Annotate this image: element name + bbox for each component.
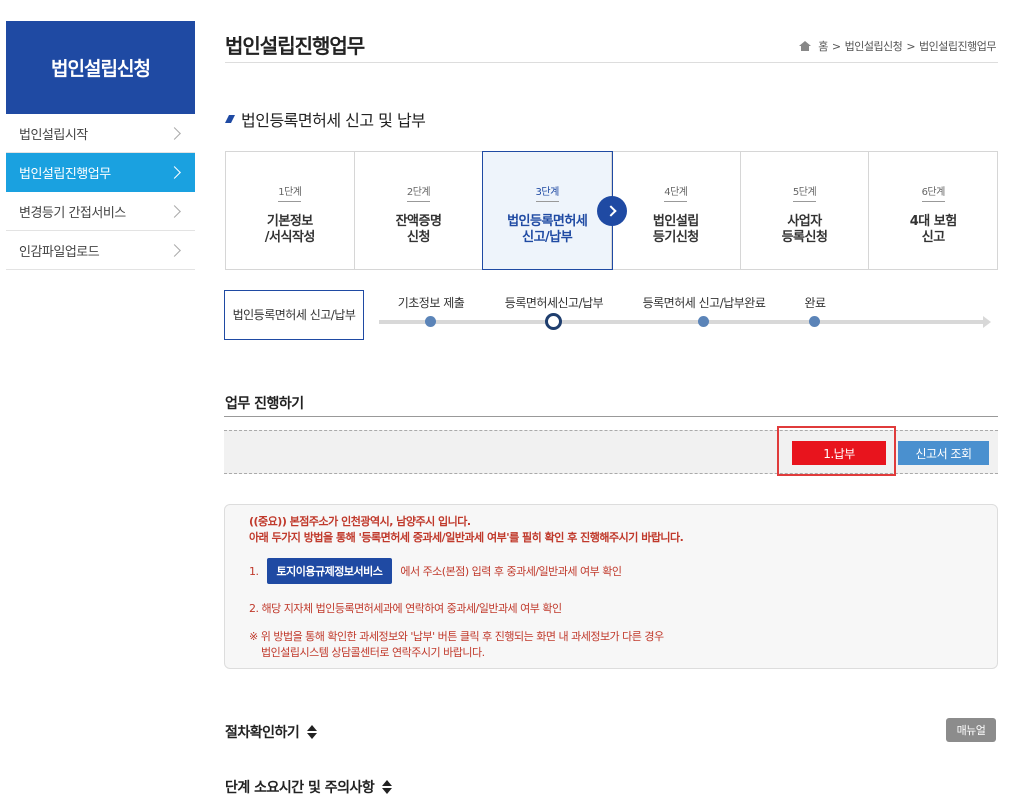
header-divider bbox=[225, 62, 998, 63]
sidebar-item-start[interactable]: 법인설립시작 bbox=[6, 114, 195, 153]
step-3[interactable]: 3단계 법인등록면허세 신고/납부 bbox=[482, 151, 628, 270]
next-step-arrow-icon bbox=[597, 196, 628, 226]
step-4[interactable]: 4단계 법인설립 등기신청 bbox=[612, 152, 741, 269]
chevron-right-icon bbox=[168, 126, 181, 140]
step-number: 6단계 bbox=[921, 183, 945, 202]
notice-line-1: ((중요)) 본점주소가 인천광역시, 남양주시 입니다. bbox=[249, 515, 471, 528]
task-title: 업무 진행하기 bbox=[225, 396, 304, 412]
land-use-service-button[interactable]: 토지이용규제정보서비스 bbox=[266, 558, 393, 584]
step-number: 5단계 bbox=[792, 183, 817, 202]
step-indicator: 1단계 기본정보 /서식작성 2단계 잔액증명 신청 3단계 법인등록면허세 신… bbox=[225, 151, 998, 270]
progress-dot bbox=[698, 316, 709, 327]
time-caution-title: 단계 소요시간 및 주의사항 bbox=[225, 780, 375, 796]
breadcrumb-item[interactable]: 법인설립신청 bbox=[845, 38, 903, 54]
sidebar-item-label: 변경등기 간접서비스 bbox=[19, 205, 126, 221]
sidebar-item-change-registration[interactable]: 변경등기 간접서비스 bbox=[6, 192, 195, 231]
step-label: 기본정보 /서식작성 bbox=[264, 214, 316, 245]
chevron-right-icon bbox=[168, 243, 181, 257]
progress-label-done: 완료 bbox=[804, 296, 826, 310]
progress-label-current: 등록면허세신고/납부 bbox=[504, 296, 604, 310]
notice-item-1: 1. 토지이용규제정보서비스 에서 주소(본점) 입력 후 중과세/일반과세 여… bbox=[249, 558, 622, 584]
breadcrumb-home[interactable]: 홈 bbox=[818, 38, 828, 54]
step-1[interactable]: 1단계 기본정보 /서식작성 bbox=[226, 152, 355, 269]
progress-label-submit: 기초정보 제출 bbox=[397, 296, 465, 310]
notice-item-2: 2. 해당 지자체 법인등록면허세과에 연락하여 중과세/일반과세 여부 확인 bbox=[249, 602, 562, 615]
notice-item-number: 1. bbox=[249, 564, 259, 578]
task-divider bbox=[224, 416, 998, 417]
progress-dot-current bbox=[545, 313, 562, 330]
step-number: 2단계 bbox=[406, 183, 431, 202]
step-5[interactable]: 5단계 사업자 등록신청 bbox=[741, 152, 870, 269]
notice-item-text: 에서 주소(본점) 입력 후 중과세/일반과세 여부 확인 bbox=[400, 565, 622, 578]
breadcrumb-separator: > bbox=[831, 39, 841, 53]
section-title-text: 법인등록면허세 신고 및 납부 bbox=[241, 111, 426, 130]
time-caution-toggle[interactable]: 단계 소요시간 및 주의사항 bbox=[225, 777, 393, 797]
step-number: 4단계 bbox=[664, 183, 688, 202]
sidebar-title: 법인설립신청 bbox=[6, 21, 195, 114]
procedure-title: 절차확인하기 bbox=[225, 725, 300, 741]
step-2[interactable]: 2단계 잔액증명 신청 bbox=[355, 152, 484, 269]
chevron-right-icon bbox=[168, 204, 181, 218]
view-report-button[interactable]: 신고서 조회 bbox=[898, 441, 989, 465]
step-label: 4대 보험 신고 bbox=[909, 214, 957, 245]
step-label: 사업자 등록신청 bbox=[781, 214, 828, 245]
step-number: 3단계 bbox=[535, 183, 559, 202]
sidebar-item-seal-upload[interactable]: 인감파일업로드 bbox=[6, 231, 195, 270]
manual-button[interactable]: 매뉴얼 bbox=[946, 718, 996, 742]
progress-track bbox=[379, 316, 991, 328]
progress-dot bbox=[425, 316, 436, 327]
sidebar-item-label: 인감파일업로드 bbox=[19, 244, 100, 260]
sidebar-item-label: 법인설립시작 bbox=[19, 127, 88, 143]
step-6[interactable]: 6단계 4대 보험 신고 bbox=[869, 152, 997, 269]
page-title: 법인설립진행업무 bbox=[225, 34, 365, 58]
breadcrumb-current: 법인설립진행업무 bbox=[919, 40, 996, 53]
pay-button[interactable]: 1.납부 bbox=[792, 441, 886, 465]
current-task-box: 법인등록면허세 신고/납부 bbox=[224, 290, 364, 340]
section-marker-icon bbox=[225, 115, 235, 123]
progress-label-complete-payment: 등록면허세 신고/납부완료 bbox=[642, 296, 766, 310]
procedure-toggle[interactable]: 절차확인하기 bbox=[225, 722, 318, 742]
sort-toggle-icon bbox=[307, 725, 318, 739]
notice-heading: ((중요)) 본점주소가 인천광역시, 남양주시 입니다. 아래 두가지 방법을… bbox=[249, 514, 684, 546]
breadcrumb-separator: > bbox=[906, 39, 916, 53]
breadcrumb: 홈 > 법인설립신청 > 법인설립진행업무 bbox=[799, 38, 996, 54]
home-icon[interactable] bbox=[799, 41, 812, 51]
notice-line-2: 아래 두가지 방법을 통해 '등록면허세 중과세/일반과세 여부'를 필히 확인… bbox=[249, 531, 684, 544]
sort-toggle-icon bbox=[382, 780, 393, 794]
notice-box: ((중요)) 본점주소가 인천광역시, 남양주시 입니다. 아래 두가지 방법을… bbox=[224, 504, 998, 669]
step-label: 잔액증명 신청 bbox=[395, 214, 442, 245]
step-label: 법인설립 등기신청 bbox=[652, 214, 699, 245]
chevron-right-icon bbox=[168, 165, 181, 179]
step-number: 1단계 bbox=[278, 183, 302, 202]
sidebar: 법인설립신청 법인설립시작 법인설립진행업무 변경등기 간접서비스 인감파일업로… bbox=[6, 21, 195, 270]
progress-dot bbox=[809, 316, 820, 327]
sidebar-item-progress[interactable]: 법인설립진행업무 bbox=[6, 153, 195, 192]
step-label: 법인등록면허세 신고/납부 bbox=[507, 214, 588, 245]
sidebar-item-label: 법인설립진행업무 bbox=[19, 166, 111, 182]
notice-note: ※ 위 방법을 통해 확인한 과세정보와 '납부' 버튼 클릭 후 진행되는 화… bbox=[249, 630, 664, 659]
section-title: 법인등록면허세 신고 및 납부 bbox=[225, 107, 426, 131]
